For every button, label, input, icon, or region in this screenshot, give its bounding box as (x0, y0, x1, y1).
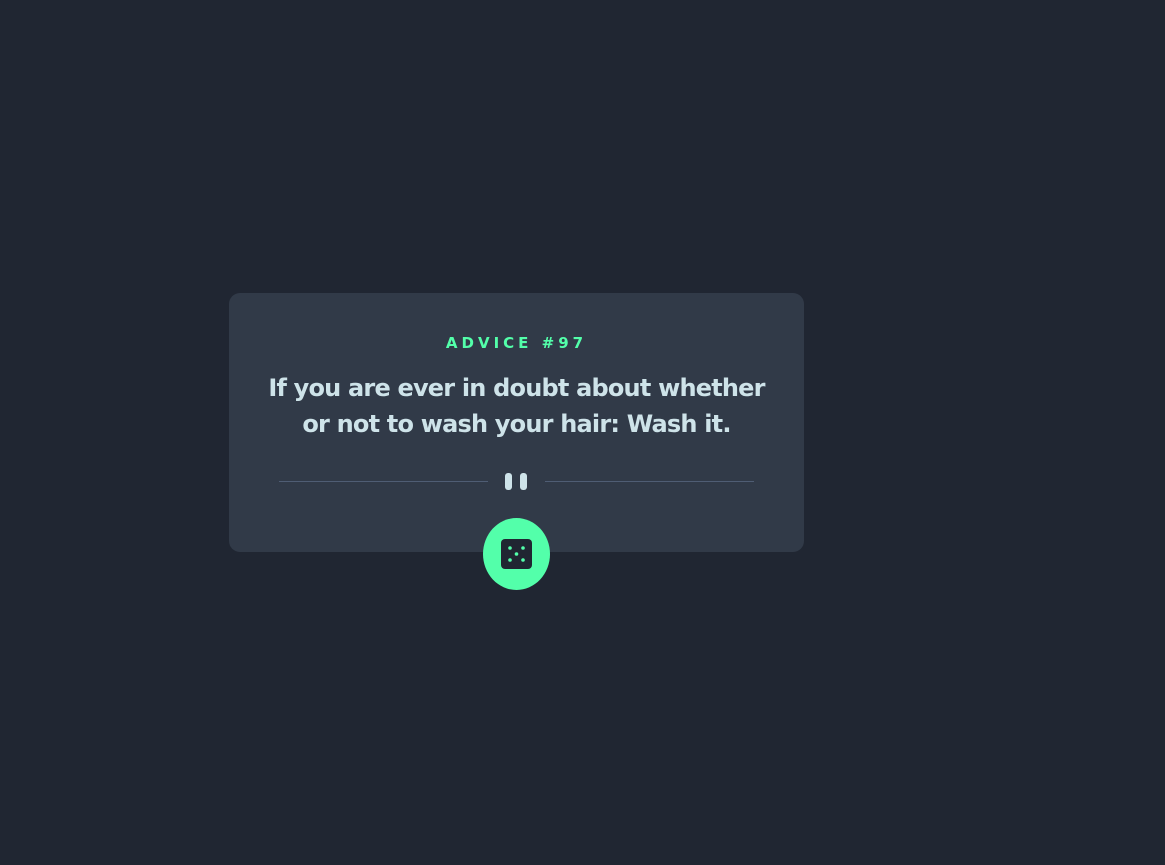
divider-right-line (545, 481, 754, 482)
advice-quote: If you are ever in doubt about whether o… (268, 374, 765, 438)
advice-card: ADVICE #97 If you are ever in doubt abou… (229, 293, 804, 552)
dice-button[interactable] (483, 518, 550, 590)
dice-icon (501, 539, 532, 569)
pause-bar-right (520, 473, 527, 490)
divider-left-line (279, 481, 488, 482)
pause-bar-left (505, 473, 512, 490)
advice-id-label: ADVICE #97 (445, 334, 588, 352)
